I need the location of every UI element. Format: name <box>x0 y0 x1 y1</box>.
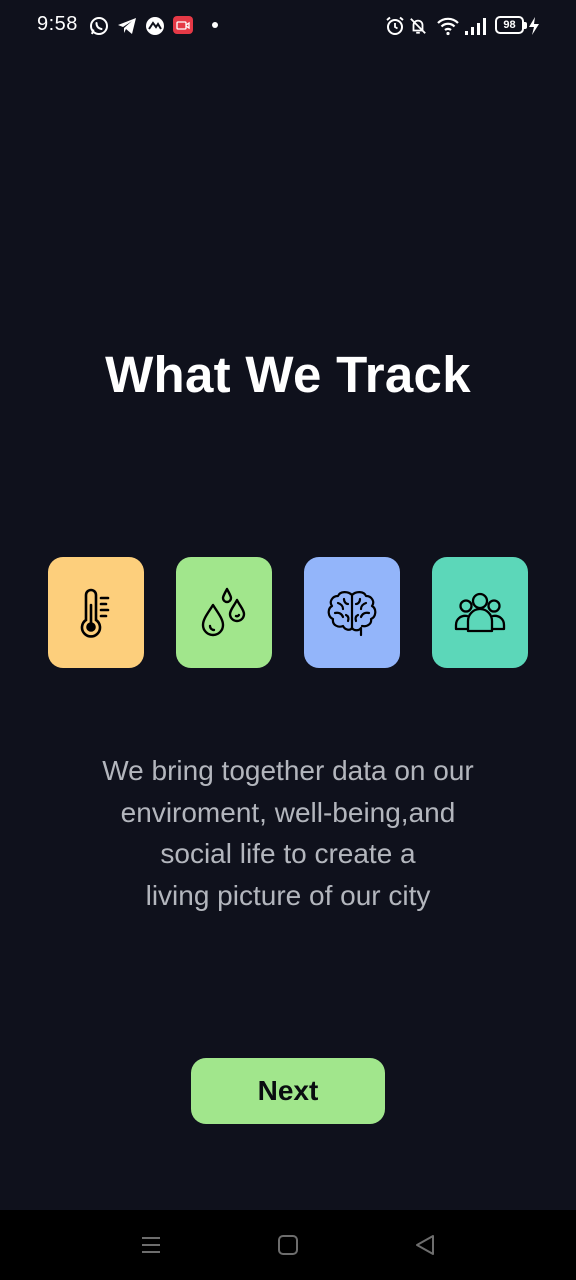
alarm-icon <box>386 16 404 35</box>
menu-icon[interactable] <box>138 1232 164 1258</box>
tile-water <box>176 557 272 668</box>
next-button[interactable]: Next <box>191 1058 385 1124</box>
notification-dot <box>212 22 218 28</box>
battery-icon: 98 <box>495 16 527 34</box>
app-icon <box>146 17 164 35</box>
screen-record-icon <box>173 16 193 34</box>
telegram-icon <box>118 18 136 34</box>
tile-wellbeing <box>304 557 400 668</box>
thermometer-icon <box>80 588 110 638</box>
wifi-icon <box>437 17 459 36</box>
navigation-bar <box>0 1210 576 1280</box>
brain-icon <box>327 590 377 636</box>
tile-temperature <box>48 557 144 668</box>
back-icon[interactable] <box>412 1232 438 1258</box>
onboarding-screen: 9:58 98 What We Track We bring together … <box>0 0 576 1280</box>
charging-icon <box>529 17 539 35</box>
tile-social <box>432 557 528 668</box>
status-bar: 9:58 98 <box>0 0 576 52</box>
status-time: 9:58 <box>37 13 78 35</box>
home-icon[interactable] <box>275 1232 301 1258</box>
description-text: We bring together data on our enviroment… <box>102 755 474 911</box>
water-drops-icon <box>201 587 246 636</box>
mute-icon <box>410 18 426 34</box>
people-icon <box>454 592 506 632</box>
whatsapp-icon <box>90 17 108 35</box>
page-title: What We Track <box>105 346 471 403</box>
signal-icon <box>465 18 486 35</box>
